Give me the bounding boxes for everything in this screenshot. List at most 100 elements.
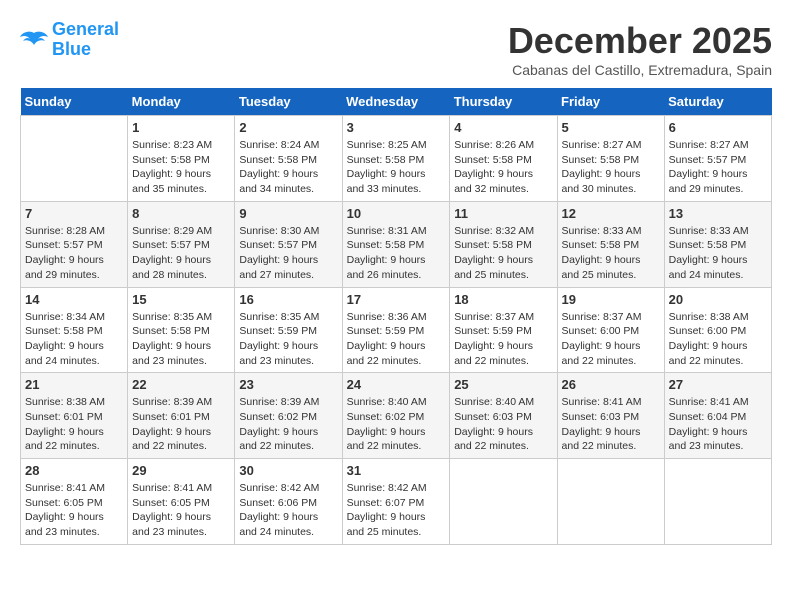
day-number: 24 [347,377,446,392]
logo-icon [20,29,48,51]
calendar-cell: 15 Sunrise: 8:35 AM Sunset: 5:58 PM Dayli… [128,287,235,373]
day-info: Sunrise: 8:39 AM Sunset: 6:01 PM Dayligh… [132,395,230,454]
calendar-cell: 2Sunrise: 8:24 AM Sunset: 5:58 PM Daylig… [235,116,342,202]
calendar-cell [21,116,128,202]
day-info: Sunrise: 8:41 AM Sunset: 6:05 PM Dayligh… [25,481,123,540]
calendar-cell: 10 Sunrise: 8:31 AM Sunset: 5:58 PM Dayli… [342,201,450,287]
day-number: 9 [239,206,337,221]
day-info: Sunrise: 8:26 AM Sunset: 5:58 PM Dayligh… [454,138,552,197]
calendar-cell [450,459,557,545]
day-number: 29 [132,463,230,478]
calendar-week-row: 28 Sunrise: 8:41 AM Sunset: 6:05 PM Dayli… [21,459,772,545]
day-number: 19 [562,292,660,307]
day-info: Sunrise: 8:32 AM Sunset: 5:58 PM Dayligh… [454,224,552,283]
calendar-cell: 3Sunrise: 8:25 AM Sunset: 5:58 PM Daylig… [342,116,450,202]
calendar-header-row: SundayMondayTuesdayWednesdayThursdayFrid… [21,88,772,116]
day-number: 18 [454,292,552,307]
day-info: Sunrise: 8:34 AM Sunset: 5:58 PM Dayligh… [25,310,123,369]
calendar-week-row: 14 Sunrise: 8:34 AM Sunset: 5:58 PM Dayli… [21,287,772,373]
day-number: 26 [562,377,660,392]
calendar-cell: 17Sunrise: 8:36 AM Sunset: 5:59 PM Dayli… [342,287,450,373]
day-number: 7 [25,206,123,221]
day-number: 12 [562,206,660,221]
calendar-day-header: Saturday [664,88,771,116]
calendar-cell: 8Sunrise: 8:29 AM Sunset: 5:57 PM Daylig… [128,201,235,287]
calendar-cell: 18 Sunrise: 8:37 AM Sunset: 5:59 PM Dayli… [450,287,557,373]
day-number: 8 [132,206,230,221]
day-info: Sunrise: 8:39 AM Sunset: 6:02 PM Dayligh… [239,395,337,454]
calendar-cell: 20 Sunrise: 8:38 AM Sunset: 6:00 PM Dayli… [664,287,771,373]
calendar-cell: 11 Sunrise: 8:32 AM Sunset: 5:58 PM Dayli… [450,201,557,287]
day-number: 15 [132,292,230,307]
day-info: Sunrise: 8:38 AM Sunset: 6:00 PM Dayligh… [669,310,767,369]
calendar-cell: 24Sunrise: 8:40 AM Sunset: 6:02 PM Dayli… [342,373,450,459]
day-info: Sunrise: 8:37 AM Sunset: 6:00 PM Dayligh… [562,310,660,369]
calendar-cell: 7 Sunrise: 8:28 AM Sunset: 5:57 PM Daylig… [21,201,128,287]
calendar-cell [557,459,664,545]
calendar-cell: 29Sunrise: 8:41 AM Sunset: 6:05 PM Dayli… [128,459,235,545]
calendar-day-header: Wednesday [342,88,450,116]
day-number: 23 [239,377,337,392]
day-number: 14 [25,292,123,307]
day-number: 4 [454,120,552,135]
day-info: Sunrise: 8:31 AM Sunset: 5:58 PM Dayligh… [347,224,446,283]
day-info: Sunrise: 8:41 AM Sunset: 6:04 PM Dayligh… [669,395,767,454]
calendar-cell: 13 Sunrise: 8:33 AM Sunset: 5:58 PM Dayli… [664,201,771,287]
day-info: Sunrise: 8:38 AM Sunset: 6:01 PM Dayligh… [25,395,123,454]
day-info: Sunrise: 8:30 AM Sunset: 5:57 PM Dayligh… [239,224,337,283]
calendar-day-header: Friday [557,88,664,116]
calendar-cell: 21 Sunrise: 8:38 AM Sunset: 6:01 PM Dayli… [21,373,128,459]
day-info: Sunrise: 8:40 AM Sunset: 6:03 PM Dayligh… [454,395,552,454]
day-number: 27 [669,377,767,392]
calendar-cell: 14 Sunrise: 8:34 AM Sunset: 5:58 PM Dayli… [21,287,128,373]
day-number: 1 [132,120,230,135]
day-number: 22 [132,377,230,392]
calendar-cell: 30 Sunrise: 8:42 AM Sunset: 6:06 PM Dayli… [235,459,342,545]
day-info: Sunrise: 8:27 AM Sunset: 5:58 PM Dayligh… [562,138,660,197]
day-number: 30 [239,463,337,478]
day-number: 5 [562,120,660,135]
day-number: 25 [454,377,552,392]
day-number: 28 [25,463,123,478]
calendar-cell: 16Sunrise: 8:35 AM Sunset: 5:59 PM Dayli… [235,287,342,373]
calendar-cell: 5 Sunrise: 8:27 AM Sunset: 5:58 PM Daylig… [557,116,664,202]
day-info: Sunrise: 8:23 AM Sunset: 5:58 PM Dayligh… [132,138,230,197]
calendar-cell: 12 Sunrise: 8:33 AM Sunset: 5:58 PM Dayli… [557,201,664,287]
calendar-cell: 25 Sunrise: 8:40 AM Sunset: 6:03 PM Dayli… [450,373,557,459]
day-info: Sunrise: 8:27 AM Sunset: 5:57 PM Dayligh… [669,138,767,197]
calendar-cell [664,459,771,545]
month-title: December 2025 [508,20,772,62]
day-number: 10 [347,206,446,221]
calendar-cell: 26 Sunrise: 8:41 AM Sunset: 6:03 PM Dayli… [557,373,664,459]
day-info: Sunrise: 8:41 AM Sunset: 6:03 PM Dayligh… [562,395,660,454]
calendar-cell: 9 Sunrise: 8:30 AM Sunset: 5:57 PM Daylig… [235,201,342,287]
calendar-week-row: 1 Sunrise: 8:23 AM Sunset: 5:58 PM Daylig… [21,116,772,202]
day-info: Sunrise: 8:35 AM Sunset: 5:58 PM Dayligh… [132,310,230,369]
day-number: 21 [25,377,123,392]
calendar-day-header: Thursday [450,88,557,116]
day-info: Sunrise: 8:42 AM Sunset: 6:06 PM Dayligh… [239,481,337,540]
calendar-cell: 31Sunrise: 8:42 AM Sunset: 6:07 PM Dayli… [342,459,450,545]
day-number: 3 [347,120,446,135]
day-number: 20 [669,292,767,307]
day-info: Sunrise: 8:33 AM Sunset: 5:58 PM Dayligh… [562,224,660,283]
day-number: 31 [347,463,446,478]
calendar-week-row: 7 Sunrise: 8:28 AM Sunset: 5:57 PM Daylig… [21,201,772,287]
day-number: 6 [669,120,767,135]
logo: General Blue [20,20,119,60]
calendar-cell: 23 Sunrise: 8:39 AM Sunset: 6:02 PM Dayli… [235,373,342,459]
calendar-cell: 6 Sunrise: 8:27 AM Sunset: 5:57 PM Daylig… [664,116,771,202]
day-info: Sunrise: 8:37 AM Sunset: 5:59 PM Dayligh… [454,310,552,369]
day-info: Sunrise: 8:35 AM Sunset: 5:59 PM Dayligh… [239,310,337,369]
day-info: Sunrise: 8:24 AM Sunset: 5:58 PM Dayligh… [239,138,337,197]
calendar-cell: 19 Sunrise: 8:37 AM Sunset: 6:00 PM Dayli… [557,287,664,373]
calendar-cell: 27 Sunrise: 8:41 AM Sunset: 6:04 PM Dayli… [664,373,771,459]
day-info: Sunrise: 8:28 AM Sunset: 5:57 PM Dayligh… [25,224,123,283]
day-info: Sunrise: 8:33 AM Sunset: 5:58 PM Dayligh… [669,224,767,283]
calendar-cell: 28 Sunrise: 8:41 AM Sunset: 6:05 PM Dayli… [21,459,128,545]
calendar-cell: 22 Sunrise: 8:39 AM Sunset: 6:01 PM Dayli… [128,373,235,459]
location: Cabanas del Castillo, Extremadura, Spain [508,62,772,78]
day-number: 17 [347,292,446,307]
day-number: 13 [669,206,767,221]
day-number: 11 [454,206,552,221]
